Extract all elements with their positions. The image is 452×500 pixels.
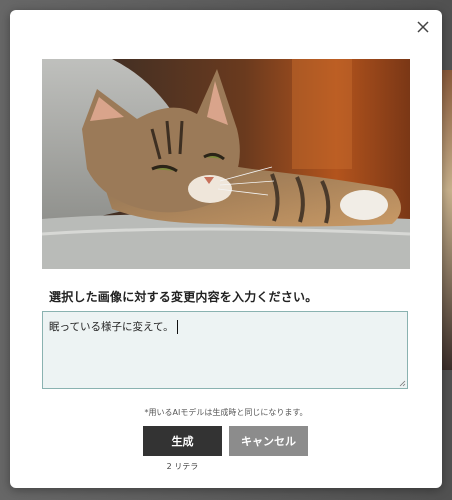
edit-image-modal: 選択した画像に対する変更内容を入力ください。 *用いるAIモデルは生成時と同じに… <box>10 10 442 488</box>
close-button[interactable] <box>412 16 434 38</box>
cancel-button[interactable]: キャンセル <box>229 426 308 456</box>
credit-cost: 2 リテラ <box>166 462 199 471</box>
model-note: *用いるAIモデルは生成時と同じになります。 <box>144 408 308 417</box>
resize-grip-icon[interactable] <box>399 380 406 387</box>
close-icon <box>417 21 429 33</box>
background-image-edge <box>442 70 452 370</box>
text-caret <box>177 320 178 334</box>
prompt-label: 選択した画像に対する変更内容を入力ください。 <box>49 290 318 304</box>
change-request-input[interactable] <box>43 312 407 388</box>
change-request-field[interactable] <box>42 311 408 389</box>
selected-image <box>42 59 410 269</box>
generate-button[interactable]: 生成 <box>143 426 222 456</box>
